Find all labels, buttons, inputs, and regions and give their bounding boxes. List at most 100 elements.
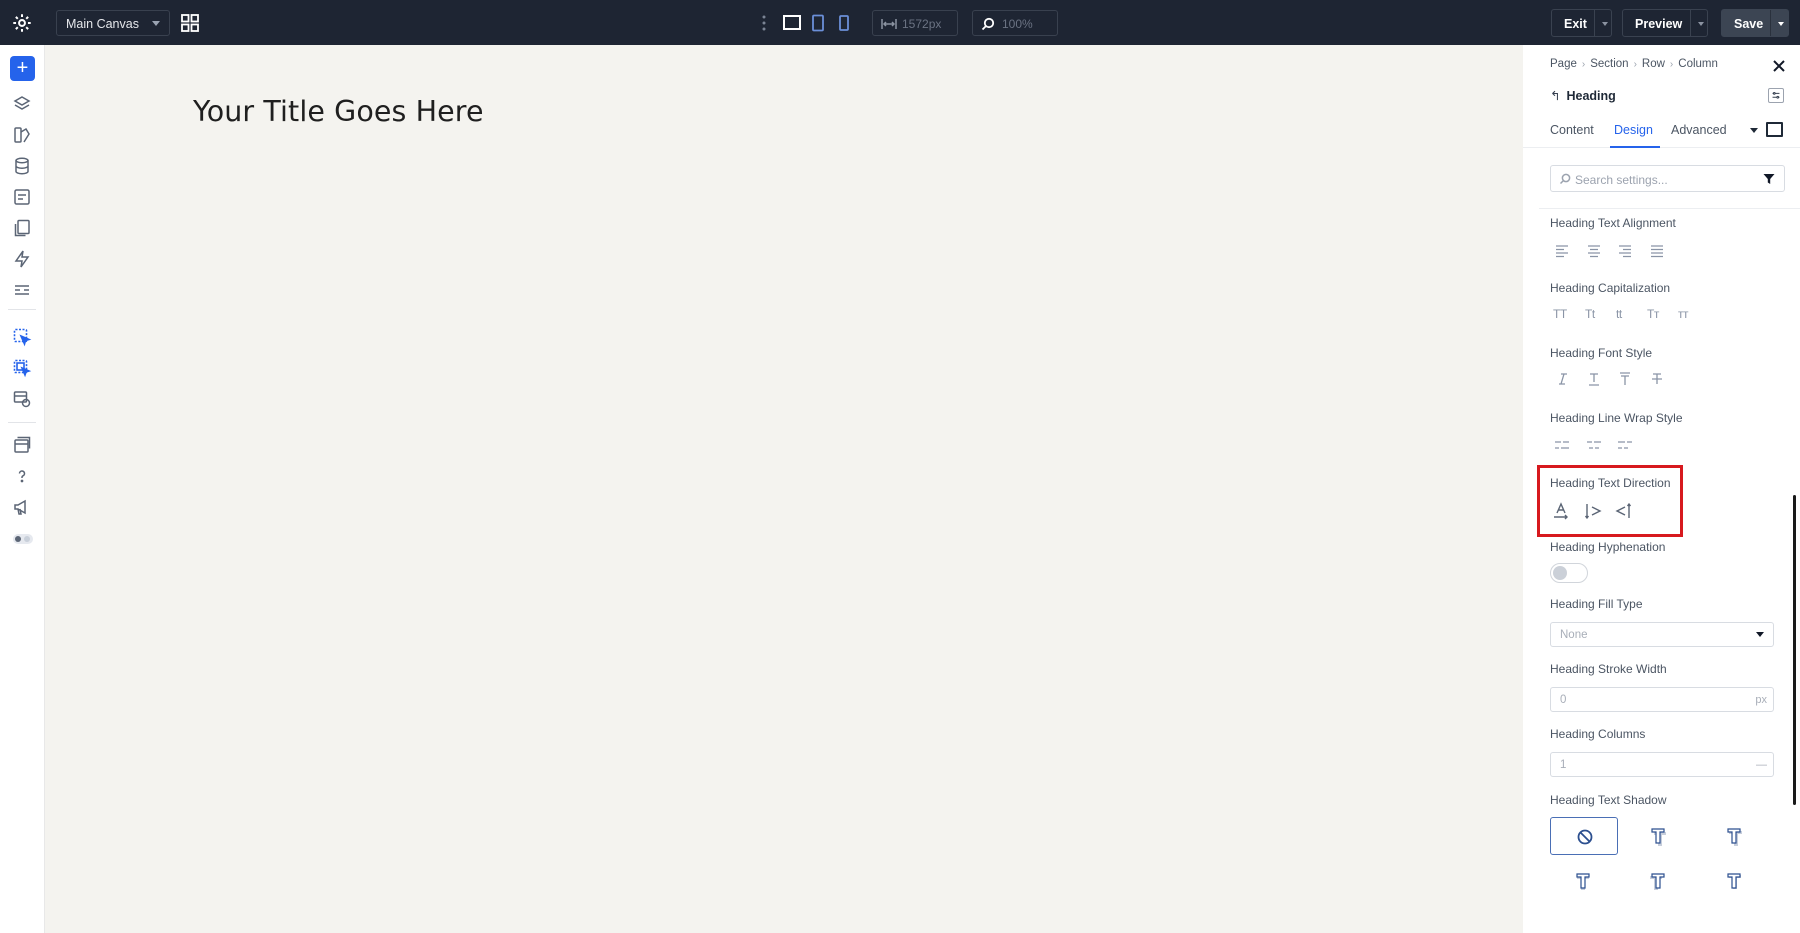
shadow-preset-5[interactable] [1701,862,1769,900]
back-arrow-icon[interactable]: ↰ [1550,88,1560,103]
database-icon[interactable] [12,156,32,176]
chevron-down-icon [152,21,160,26]
preview-dropdown-icon[interactable] [1698,22,1704,26]
filter-icon[interactable] [1763,173,1775,185]
breadcrumb-page[interactable]: Page [1550,58,1577,70]
wrap-balance-icon[interactable] [1586,438,1602,452]
forms-icon[interactable] [12,187,32,207]
heading-module[interactable]: Your Title Goes Here [193,95,484,128]
layers-icon[interactable] [12,94,32,114]
tab-design[interactable]: Design [1614,123,1653,137]
fill-type-value: None [1560,629,1588,641]
tab-content[interactable]: Content [1550,123,1594,137]
gear-icon[interactable] [11,12,33,34]
search-placeholder: Search settings... [1575,173,1668,187]
grid-icon[interactable] [181,14,199,32]
shadow-preset-3[interactable] [1550,862,1618,900]
shadow-preset-4[interactable] [1625,862,1693,900]
breadcrumb-row[interactable]: Row [1642,58,1665,70]
text-direction-label: Heading Text Direction [1550,476,1671,490]
direction-rtl-icon[interactable] [1614,502,1632,520]
stroke-width-unit[interactable]: px [1755,694,1767,706]
chevron-right-icon: › [1633,59,1637,70]
text-shadow-icon [1727,873,1741,889]
strikethrough-icon[interactable] [1650,372,1664,386]
settings-search-input[interactable]: Search settings... [1550,165,1785,192]
canvas-select[interactable]: Main Canvas [56,10,170,36]
panel-scrollbar[interactable] [1793,495,1796,805]
shadow-preset-1[interactable] [1625,817,1693,855]
tab-advanced[interactable]: Advanced [1671,123,1727,137]
columns-input[interactable]: 1 — [1550,752,1774,777]
settings-sliders-icon[interactable] [12,280,32,300]
preview-button[interactable]: Preview [1622,9,1708,37]
capitalization-options: TT Tt tt Tт тт [1550,307,1710,327]
responsive-view-icon[interactable] [12,389,32,409]
element-title-label: Heading [1566,89,1616,103]
align-right-icon[interactable] [1618,244,1632,258]
add-element-button[interactable]: + [10,56,35,81]
save-dropdown-icon[interactable] [1778,22,1784,26]
breadcrumb: Page › Section › Row › Column [1550,58,1718,70]
caps-uppercase-icon[interactable]: TT [1553,307,1567,321]
stroke-width-label: Heading Stroke Width [1550,662,1667,676]
hyphenation-toggle[interactable] [1550,563,1588,583]
text-alignment-options [1550,244,1670,264]
canvas-width-field[interactable]: 1572px [872,10,958,36]
direction-vertical-icon[interactable] [1584,502,1602,520]
overline-icon[interactable] [1618,372,1632,386]
announcement-icon[interactable] [12,497,32,517]
chevron-down-icon[interactable] [1750,128,1758,133]
zoom-value: 100% [1002,17,1033,31]
lightning-icon[interactable] [12,249,32,269]
templates-icon[interactable] [12,435,32,455]
direction-ltr-icon[interactable] [1552,502,1570,520]
design-library-icon[interactable] [12,125,32,145]
caps-smallcaps-icon[interactable]: Tт [1647,307,1659,321]
tablet-view-icon[interactable] [811,14,825,32]
wrap-pretty-icon[interactable] [1617,438,1633,452]
help-icon[interactable] [12,466,32,486]
breadcrumb-section[interactable]: Section [1590,58,1628,70]
columns-unit[interactable]: — [1756,759,1767,771]
more-options-icon[interactable] [762,14,766,32]
cursor-select-icon[interactable] [12,327,32,347]
align-center-icon[interactable] [1587,244,1601,258]
fill-type-label: Heading Fill Type [1550,597,1643,611]
left-sidebar: + [0,45,45,933]
breadcrumb-column[interactable]: Column [1678,58,1718,70]
multi-select-icon[interactable] [12,358,32,378]
stroke-width-input[interactable]: 0 px [1550,687,1774,712]
font-style-label: Heading Font Style [1550,346,1653,360]
exit-button[interactable]: Exit [1551,9,1612,37]
close-icon[interactable] [1772,59,1786,73]
italic-icon[interactable] [1555,372,1569,386]
phone-view-icon[interactable] [838,14,850,32]
exit-label: Exit [1564,17,1587,31]
align-left-icon[interactable] [1555,244,1569,258]
caps-capitalize-icon[interactable]: Tt [1585,307,1595,321]
preset-toggle-icon[interactable] [1766,122,1783,137]
wrap-normal-icon[interactable] [1554,438,1570,452]
align-justify-icon[interactable] [1650,244,1664,258]
pages-icon[interactable] [12,218,32,238]
shadow-none-option[interactable] [1550,817,1618,855]
main-canvas[interactable]: Your Title Goes Here [45,45,1530,933]
text-shadow-icon [1576,873,1590,890]
exit-dropdown-icon[interactable] [1602,22,1608,26]
top-toolbar: Main Canvas 1572px 100% Exit Preview Sav… [0,0,1800,45]
hyphenation-label: Heading Hyphenation [1550,540,1666,554]
shadow-preset-2[interactable] [1701,817,1769,855]
settings-panel: Page › Section › Row › Column ↰ Heading Content… [1523,45,1800,933]
save-button[interactable]: Save [1721,9,1789,37]
caps-allsmallcaps-icon[interactable]: тт [1678,307,1689,321]
zoom-field[interactable]: 100% [972,10,1058,36]
caps-lowercase-icon[interactable]: tt [1616,307,1622,321]
fill-type-select[interactable]: None [1550,622,1774,647]
search-icon [1559,173,1571,185]
element-options-icon[interactable] [1768,88,1784,103]
desktop-view-icon[interactable] [782,14,802,32]
theme-toggle-icon[interactable] [12,529,34,549]
chevron-right-icon: › [1669,59,1674,70]
underline-icon[interactable] [1587,372,1601,386]
